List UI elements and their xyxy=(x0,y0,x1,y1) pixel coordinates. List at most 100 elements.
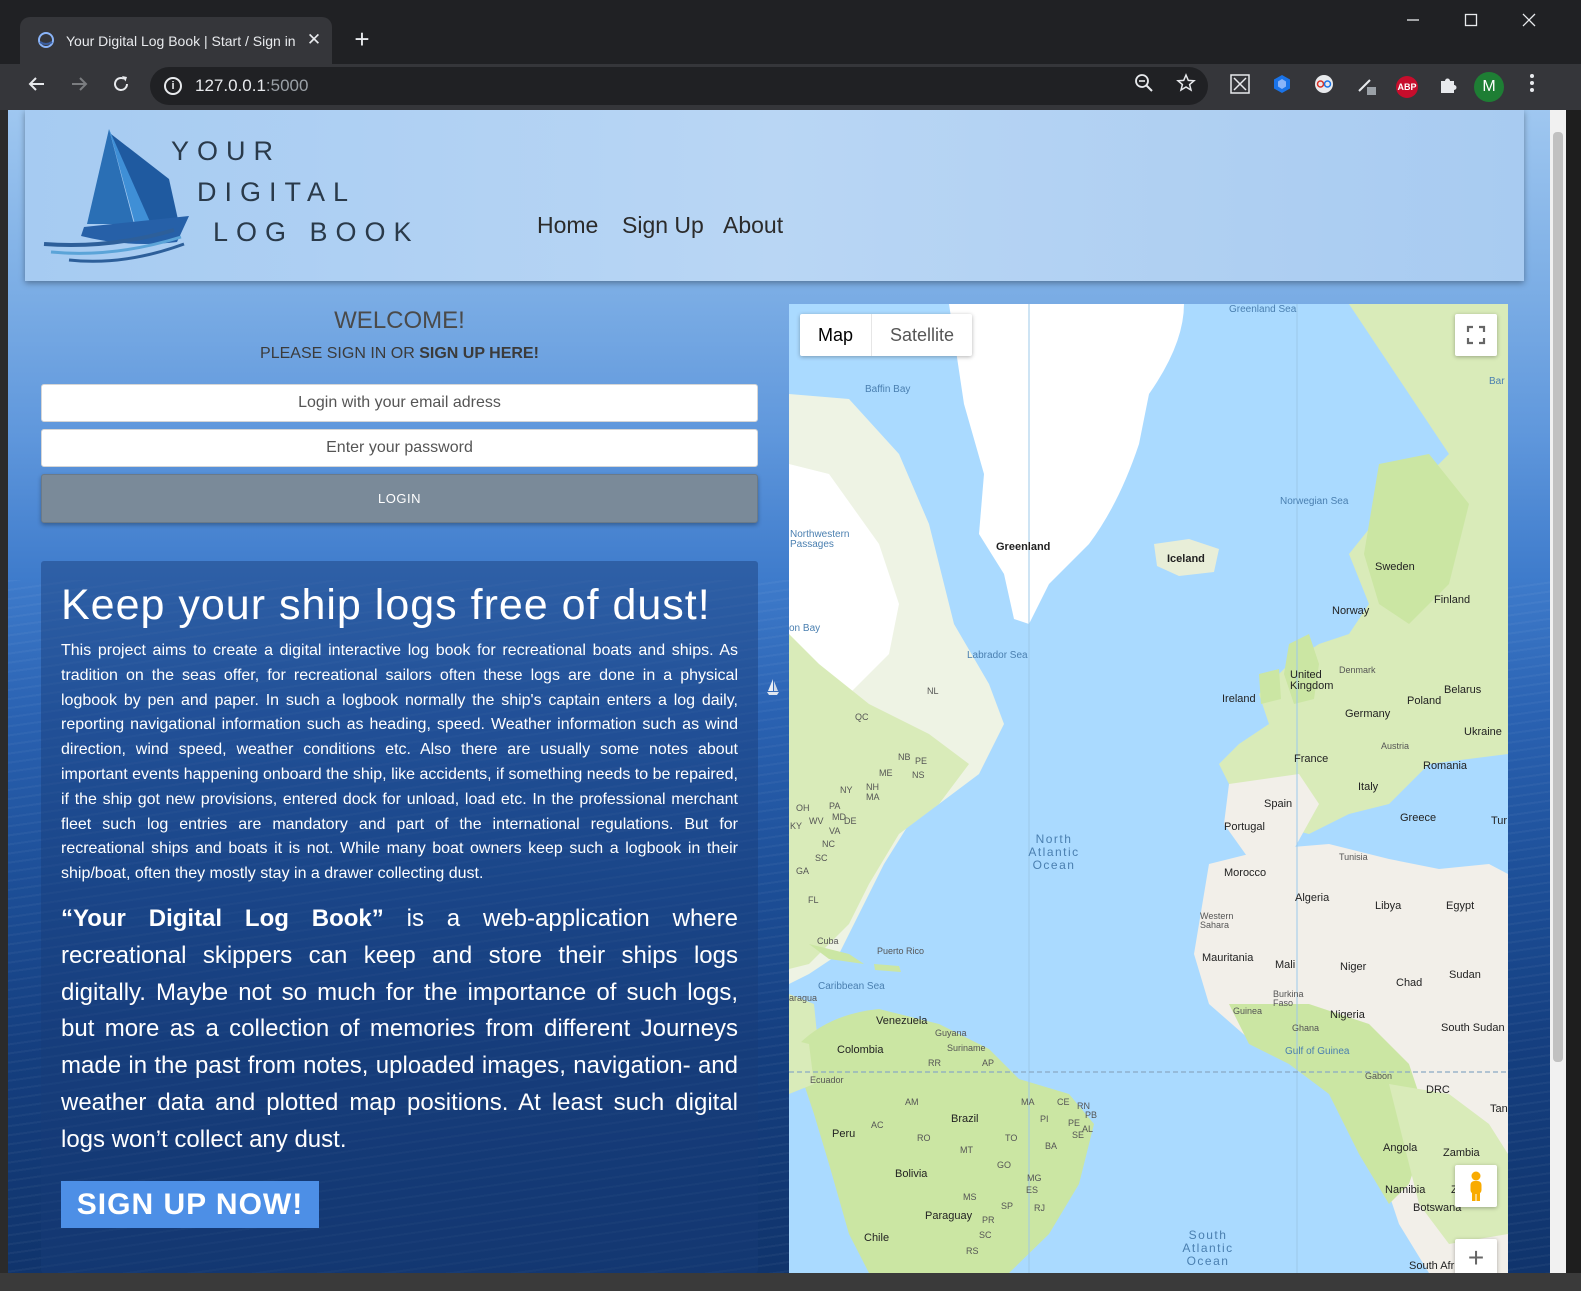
forward-arrow-icon[interactable] xyxy=(62,70,96,104)
map-label-pb: PB xyxy=(1085,1110,1098,1120)
new-tab-button[interactable]: + xyxy=(346,24,378,56)
scrollbar-thumb[interactable] xyxy=(1553,132,1563,1062)
browser-toolbar: i 127.0.0.1:5000 ABP M xyxy=(0,64,1581,110)
map-label-am: AM xyxy=(905,1097,919,1107)
nav-signup-link[interactable]: Sign Up xyxy=(622,212,704,239)
map-label-north-atlantic-ocean: North Atlantic Ocean xyxy=(1028,832,1080,872)
map-label-baffin-bay: Baffin Bay xyxy=(865,384,911,395)
map-label-mali: Mali xyxy=(1275,959,1296,971)
map-label-oh: OH xyxy=(796,803,810,813)
address-bar[interactable]: i 127.0.0.1:5000 xyxy=(150,67,1208,105)
map-type-map-button[interactable]: Map xyxy=(800,314,873,356)
back-arrow-icon[interactable] xyxy=(20,70,54,104)
map-label-chile: Chile xyxy=(864,1232,890,1244)
password-input[interactable] xyxy=(41,429,758,467)
pegman-streetview-icon[interactable] xyxy=(1455,1165,1497,1207)
map-label-greenland-sea: Greenland Sea xyxy=(1229,304,1297,315)
signup-here-link[interactable]: SIGN UP HERE! xyxy=(419,345,539,362)
map-label-finland: Finland xyxy=(1434,594,1471,606)
map-label-spain: Spain xyxy=(1264,798,1293,810)
map-type-satellite-button[interactable]: Satellite xyxy=(872,314,972,356)
tab-favicon-icon xyxy=(38,32,54,48)
map-label-ghana: Ghana xyxy=(1292,1023,1320,1033)
signup-now-button[interactable]: SIGN UP NOW! xyxy=(61,1181,319,1228)
nav-about-link[interactable]: About xyxy=(723,212,783,239)
map-label-poland: Poland xyxy=(1407,695,1442,707)
map-label-nigeria: Nigeria xyxy=(1330,1009,1365,1021)
map-label-tur: Tur xyxy=(1491,815,1508,827)
nav-home-link[interactable]: Home xyxy=(537,212,598,239)
map-label-namibia: Namibia xyxy=(1385,1184,1426,1196)
map-label-south-afr: South Afr xyxy=(1409,1260,1455,1272)
maximize-window-icon[interactable] xyxy=(1442,4,1500,38)
extensions-puzzle-icon[interactable] xyxy=(1434,73,1462,101)
tab-close-icon[interactable]: ✕ xyxy=(303,29,325,51)
map-label-pi: PI xyxy=(1040,1114,1049,1124)
map-label-south-atlantic-ocean: South Atlantic Ocean xyxy=(1182,1228,1234,1268)
map-label-wv: WV xyxy=(809,816,824,826)
email-input[interactable] xyxy=(41,384,758,422)
app-name-emphasis: “Your Digital Log Book” xyxy=(61,905,384,932)
map-label-ap: AP xyxy=(982,1058,995,1068)
close-window-icon[interactable] xyxy=(1500,4,1558,38)
site-info-icon[interactable]: i xyxy=(164,77,182,95)
map-label-ms: MS xyxy=(963,1192,977,1202)
login-button[interactable]: LOGIN xyxy=(41,474,758,523)
map-label-rs: RS xyxy=(966,1246,979,1256)
profile-avatar[interactable]: M xyxy=(1474,72,1504,102)
map-label-ma2: MA xyxy=(1021,1097,1035,1107)
map-label-bolivia: Bolivia xyxy=(895,1168,928,1180)
map-label-on-bay: on Bay xyxy=(789,623,821,634)
map-label-es: ES xyxy=(1026,1185,1039,1195)
map-label-cuba: Cuba xyxy=(817,936,839,946)
map-label-sweden: Sweden xyxy=(1375,561,1415,573)
map-label-nc: NC xyxy=(822,839,835,849)
map-label-gulf-of-guinea: Gulf of Guinea xyxy=(1285,1046,1350,1057)
map-canvas[interactable] xyxy=(789,304,1508,1273)
map-label-iceland: Iceland xyxy=(1167,553,1205,565)
bookmark-star-icon[interactable] xyxy=(1173,73,1199,99)
map-label-brazil: Brazil xyxy=(951,1113,979,1125)
map-label-gabon: Gabon xyxy=(1365,1071,1393,1081)
minimize-window-icon[interactable] xyxy=(1384,4,1442,38)
map-label-paraguay: Paraguay xyxy=(925,1210,973,1222)
map-label-puerto-rico: Puerto Rico xyxy=(877,946,925,956)
map-label-colombia: Colombia xyxy=(837,1044,884,1056)
logo-text-line3: LOG BOOK xyxy=(213,217,420,247)
browser-tab-bar: Your Digital Log Book | Start / Sign in … xyxy=(0,0,1581,64)
fullscreen-icon[interactable] xyxy=(1455,314,1497,356)
map-label-ba: BA xyxy=(1045,1141,1058,1151)
zoom-in-button[interactable]: + xyxy=(1455,1239,1497,1273)
extension-eyedropper-icon[interactable] xyxy=(1352,73,1380,101)
map-label-france: France xyxy=(1294,753,1329,765)
map-label-angola: Angola xyxy=(1383,1142,1418,1154)
map-label-peru: Peru xyxy=(832,1128,856,1140)
map-type-control: Map Satellite xyxy=(800,314,973,356)
extension-cube-icon[interactable] xyxy=(1268,73,1296,101)
map-label-denmark: Denmark xyxy=(1339,665,1376,675)
browser-tab[interactable]: Your Digital Log Book | Start / Sign in … xyxy=(20,17,332,64)
map-label-united-kingdom: United Kingdom xyxy=(1290,669,1334,692)
browser-menu-icon[interactable] xyxy=(1518,73,1546,101)
map-label-to: TO xyxy=(1005,1133,1018,1143)
map-label-labrador-sea: Labrador Sea xyxy=(967,650,1028,661)
small-sailboat-icon xyxy=(767,679,779,695)
map-label-sc: SC xyxy=(815,853,828,863)
adblock-icon[interactable]: ABP xyxy=(1396,76,1418,98)
welcome-heading: WELCOME! xyxy=(334,307,465,334)
map-label-drc: DRC xyxy=(1426,1084,1450,1096)
map-label-austria: Austria xyxy=(1381,741,1410,751)
map-label-caribbean-sea: Caribbean Sea xyxy=(818,981,885,992)
reload-icon[interactable] xyxy=(104,70,138,104)
map-label-mauritania: Mauritania xyxy=(1202,952,1254,964)
map-label-nb: NB xyxy=(898,752,911,762)
map-label-ky: KY xyxy=(790,821,803,831)
extension-picker-icon[interactable] xyxy=(1226,73,1254,101)
map-container[interactable]: Greenland Sea Baffin Bay Bar Greenland I… xyxy=(789,304,1508,1273)
map-label-de: DE xyxy=(844,816,857,826)
info-paragraph-2-text: is a web-application where recreational … xyxy=(61,905,738,1153)
map-label-go: GO xyxy=(997,1160,1012,1170)
zoom-icon[interactable] xyxy=(1131,73,1157,99)
extension-glasses-icon[interactable] xyxy=(1310,73,1338,101)
page-scrollbar[interactable] xyxy=(1550,110,1566,1273)
